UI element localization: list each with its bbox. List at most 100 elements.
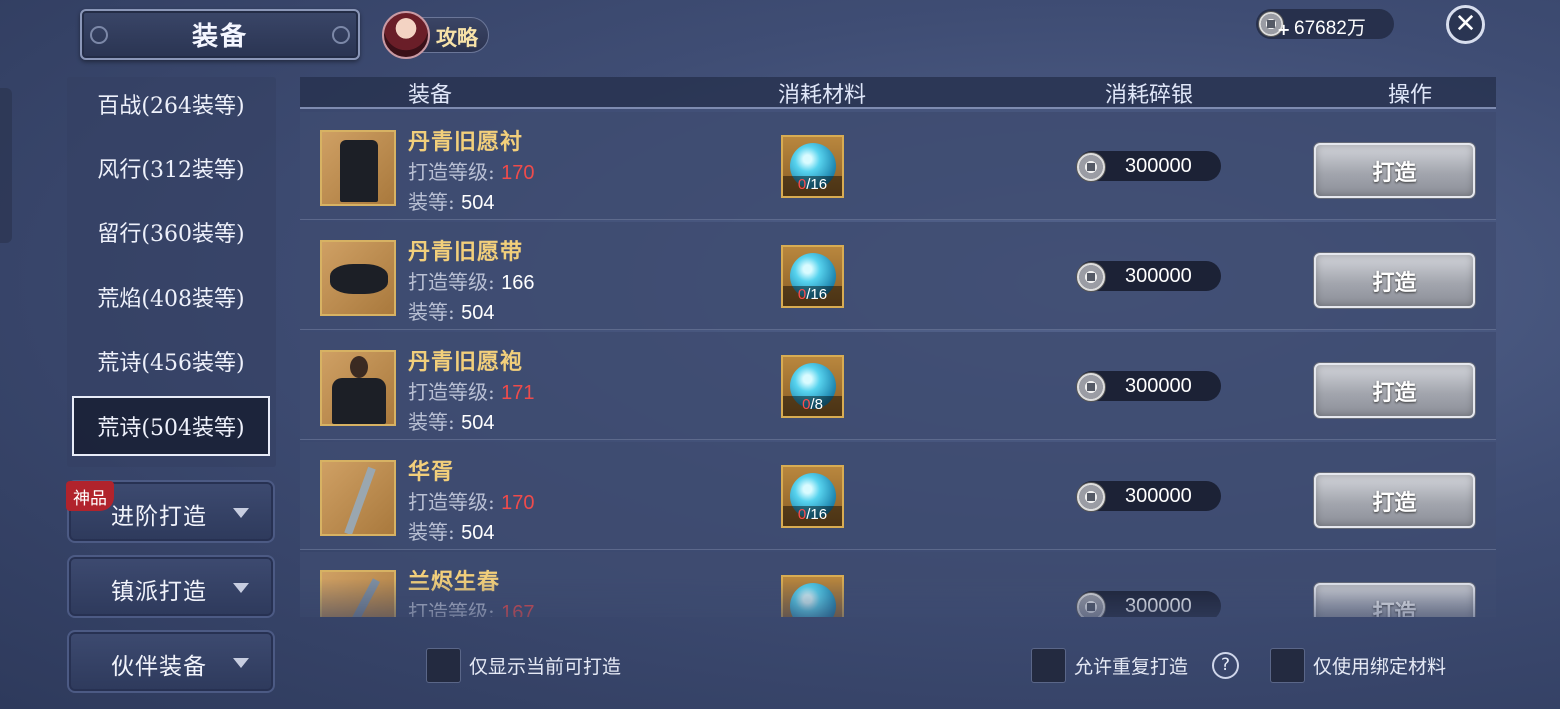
guide-label: 攻略 <box>436 25 478 50</box>
req-label: 打造等级 <box>408 270 488 294</box>
tier-label: 风行(312装等) <box>97 158 245 183</box>
material-have: 0 <box>797 506 807 523</box>
cost-pill: 300000 <box>1076 481 1221 512</box>
gear-score: 504 <box>461 192 495 214</box>
chevron-down-icon <box>233 658 249 668</box>
column-header: 消耗碎银 <box>1104 83 1193 108</box>
req-label: 打造等级 <box>408 160 488 184</box>
plus-icon: + <box>1277 20 1291 39</box>
gear-score: 504 <box>461 302 495 324</box>
option-label: 仅使用绑定材料 <box>1313 655 1447 678</box>
weapon-icon[interactable] <box>320 570 396 617</box>
cost-value: 300000 <box>1125 375 1192 397</box>
item-name: 华胥 <box>408 459 455 485</box>
column-header: 装备 <box>407 83 452 108</box>
item-gear-score: 装等: 504 <box>408 410 495 434</box>
bound-only-checkbox[interactable] <box>1270 647 1305 683</box>
req-level: 171 <box>501 382 535 404</box>
sect-forge-label: 镇派打造 <box>111 579 207 605</box>
table-row[interactable]: 丹青旧愿带 打造等级: 166 装等: 504 0/16 300000 打造 <box>300 222 1496 330</box>
cost-pill: 300000 <box>1076 591 1221 617</box>
armor-icon[interactable] <box>320 350 396 426</box>
item-requirement: 打造等级: 170 <box>408 160 535 184</box>
table-row[interactable]: 丹青旧愿袍 打造等级: 171 装等: 504 0/8 300000 打造 <box>300 332 1496 440</box>
sect-forge-button[interactable]: 镇派打造 <box>67 555 275 618</box>
material-slot[interactable]: 0/16 <box>781 465 844 528</box>
material-count: 0/16 <box>783 176 842 196</box>
guide-button[interactable]: 攻略 <box>382 11 489 59</box>
option-bound-only[interactable]: 仅使用绑定材料 <box>1270 647 1446 683</box>
material-need: 16 <box>810 176 828 193</box>
material-slot[interactable]: 0/16 <box>781 245 844 308</box>
chevron-down-icon <box>233 508 249 518</box>
table-row[interactable]: 丹青旧愿衬 打造等级: 170 装等: 504 0/16 300000 打造 <box>300 112 1496 220</box>
ornament-icon <box>332 26 350 44</box>
partner-equip-button[interactable]: 伙伴装备 <box>67 630 275 693</box>
option-allow-repeat[interactable]: 允许重复打造 <box>1031 647 1188 683</box>
gs-label: 装等 <box>408 300 448 324</box>
forge-button[interactable]: 打造 <box>1314 583 1475 617</box>
silver-balance[interactable]: + 67682万 <box>1256 9 1394 39</box>
table-row[interactable]: 兰烬生春 打造等级: 167 300000 打造 <box>300 552 1496 617</box>
option-label: 仅显示当前可打造 <box>469 655 622 678</box>
item-requirement: 打造等级: 171 <box>408 380 535 404</box>
table-row[interactable]: 华胥 打造等级: 170 装等: 504 0/16 300000 打造 <box>300 442 1496 550</box>
allow-repeat-checkbox[interactable] <box>1031 647 1066 683</box>
silver-amount: 67682万 <box>1294 18 1366 39</box>
close-button[interactable]: ✕ <box>1446 5 1485 44</box>
material-have: 0 <box>797 286 807 303</box>
silver-coin-icon <box>1076 592 1106 617</box>
item-name: 丹青旧愿衬 <box>408 129 524 155</box>
belt-icon[interactable] <box>320 240 396 316</box>
material-slot[interactable] <box>781 575 844 617</box>
material-count: 0/16 <box>783 286 842 306</box>
req-level: 167 <box>501 602 535 617</box>
item-requirement: 打造等级: 166 <box>408 270 535 294</box>
guide-avatar-icon <box>382 11 430 59</box>
side-edge-tab[interactable] <box>0 88 12 243</box>
tier-label: 百战(264装等) <box>97 94 245 119</box>
show-forgeable-checkbox[interactable] <box>426 647 461 683</box>
ornament-icon <box>90 26 108 44</box>
item-name: 丹青旧愿袍 <box>408 349 524 375</box>
tier-item[interactable]: 风行(312装等) <box>72 138 270 198</box>
forge-button[interactable]: 打造 <box>1314 253 1475 308</box>
forge-button[interactable]: 打造 <box>1314 363 1475 418</box>
column-header: 操作 <box>1387 83 1432 108</box>
req-level: 166 <box>501 272 535 294</box>
gs-label: 装等 <box>408 520 448 544</box>
tier-item-active[interactable]: 荒诗(504装等) <box>72 396 270 456</box>
help-icon[interactable]: ? <box>1212 652 1239 679</box>
item-requirement: 打造等级: 170 <box>408 490 535 514</box>
tier-item[interactable]: 百战(264装等) <box>72 74 270 134</box>
item-requirement: 打造等级: 167 <box>408 596 534 617</box>
option-show-forgeable[interactable]: 仅显示当前可打造 <box>426 647 621 683</box>
cost-value: 300000 <box>1125 595 1192 617</box>
req-level: 170 <box>501 162 535 184</box>
item-gear-score: 装等: 504 <box>408 300 495 324</box>
gs-label: 装等 <box>408 190 448 214</box>
option-label: 允许重复打造 <box>1074 655 1189 678</box>
cost-pill: 300000 <box>1076 261 1221 292</box>
forge-button[interactable]: 打造 <box>1314 143 1475 198</box>
robe-icon[interactable] <box>320 130 396 206</box>
req-label: 打造等级 <box>408 490 488 514</box>
tier-item[interactable]: 荒焰(408装等) <box>72 267 270 327</box>
advanced-forge-label: 进阶打造 <box>111 504 207 530</box>
material-slot[interactable]: 0/16 <box>781 135 844 198</box>
divine-badge: 神品 <box>66 481 114 511</box>
material-have: 0 <box>802 396 811 413</box>
partner-equip-label: 伙伴装备 <box>111 654 207 680</box>
flute-icon[interactable] <box>320 460 396 536</box>
forge-button[interactable]: 打造 <box>1314 473 1475 528</box>
req-label: 打造等级 <box>408 600 488 617</box>
material-count: 0/16 <box>783 506 842 526</box>
tier-label: 荒诗(504装等) <box>97 416 245 441</box>
tier-label: 荒焰(408装等) <box>97 287 245 312</box>
tier-item[interactable]: 留行(360装等) <box>72 202 270 262</box>
item-name: 兰烬生春 <box>408 569 501 595</box>
material-count: 0/8 <box>783 396 842 416</box>
material-slot[interactable]: 0/8 <box>781 355 844 418</box>
tier-item[interactable]: 荒诗(456装等) <box>72 331 270 391</box>
gear-score: 504 <box>461 522 495 544</box>
